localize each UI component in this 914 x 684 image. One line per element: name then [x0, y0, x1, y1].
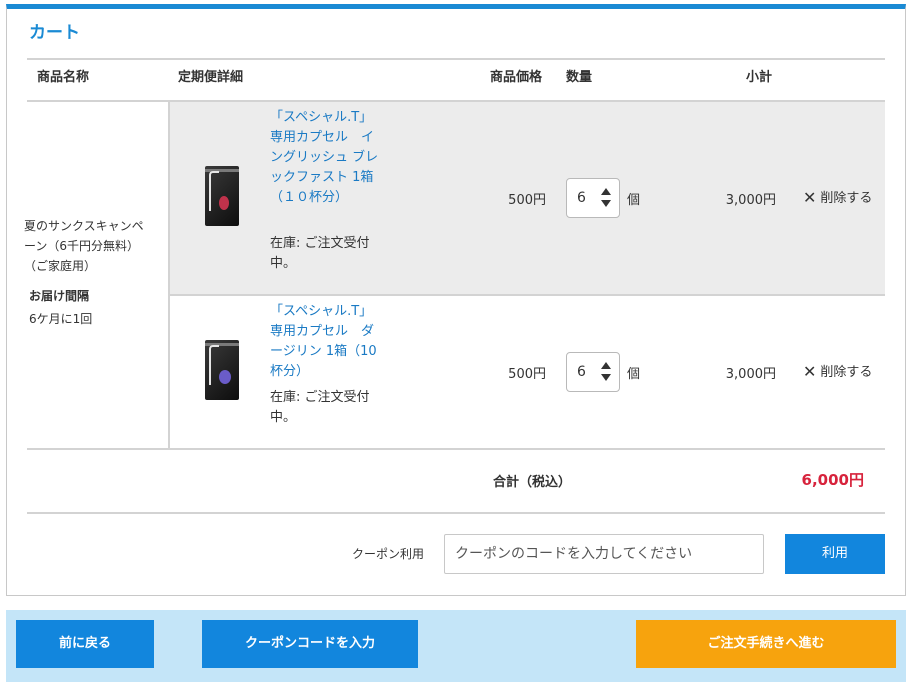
quantity-value: 6	[577, 364, 586, 380]
close-icon: ✕	[803, 362, 817, 381]
quantity-unit: 個	[627, 193, 641, 208]
cart-panel	[6, 4, 906, 596]
quantity-unit: 個	[627, 367, 641, 382]
quantity-select[interactable]: 6	[566, 352, 620, 392]
divider	[170, 294, 885, 296]
total-label: 合計（税込）	[493, 475, 572, 490]
header-product-name: 商品名称	[37, 70, 90, 85]
item-price: 500円	[508, 367, 546, 382]
tea-capsule-box-icon[interactable]	[205, 340, 239, 400]
delivery-interval-label: お届け間隔	[29, 289, 90, 303]
coupon-label: クーポン利用	[352, 547, 425, 561]
item-subtotal: 3,000円	[725, 193, 776, 208]
total-value: 6,000円	[801, 471, 864, 489]
spinner-arrows-icon	[601, 362, 611, 382]
item-price: 500円	[508, 193, 546, 208]
header-subscription-detail: 定期便詳細	[178, 70, 244, 85]
back-button[interactable]: 前に戻る	[16, 620, 154, 668]
quantity-select[interactable]: 6	[566, 178, 620, 218]
divider	[27, 448, 885, 450]
stock-status: 在庫: ご注文受付中。	[270, 390, 370, 425]
cart-title: カート	[29, 23, 80, 43]
product-name-link[interactable]: 「スペシャル.T」専用カプセル ダージリン 1箱（10杯分）	[270, 302, 382, 382]
delete-label: 削除する	[820, 191, 873, 206]
coupon-code-input[interactable]	[444, 534, 764, 574]
coupon-code-button[interactable]: クーポンコードを入力	[202, 620, 418, 668]
delete-button[interactable]: ✕ 削除する	[803, 187, 872, 207]
header-quantity: 数量	[566, 70, 593, 85]
divider	[27, 512, 885, 514]
campaign-name: 夏のサンクスキャンペーン（6千円分無料）（ご家庭用）	[24, 219, 144, 273]
header-price: 商品価格	[490, 70, 543, 85]
apply-coupon-button[interactable]: 利用	[785, 534, 885, 574]
divider	[27, 58, 885, 60]
delete-label: 削除する	[820, 365, 873, 380]
item-subtotal: 3,000円	[725, 367, 776, 382]
quantity-value: 6	[577, 190, 586, 206]
delivery-interval-value: 6ケ月に1回	[29, 312, 93, 326]
product-name-link[interactable]: 「スペシャル.T」専用カプセル イングリッシュ ブレックファスト 1箱 （１０杯…	[270, 108, 386, 208]
checkout-button[interactable]: ご注文手続きへ進む	[636, 620, 896, 668]
stock-status: 在庫: ご注文受付中。	[270, 236, 370, 271]
close-icon: ✕	[803, 188, 817, 207]
spinner-arrows-icon	[601, 188, 611, 208]
tea-capsule-box-icon[interactable]	[205, 166, 239, 226]
delete-button[interactable]: ✕ 削除する	[803, 361, 872, 381]
header-subtotal: 小計	[746, 70, 773, 85]
